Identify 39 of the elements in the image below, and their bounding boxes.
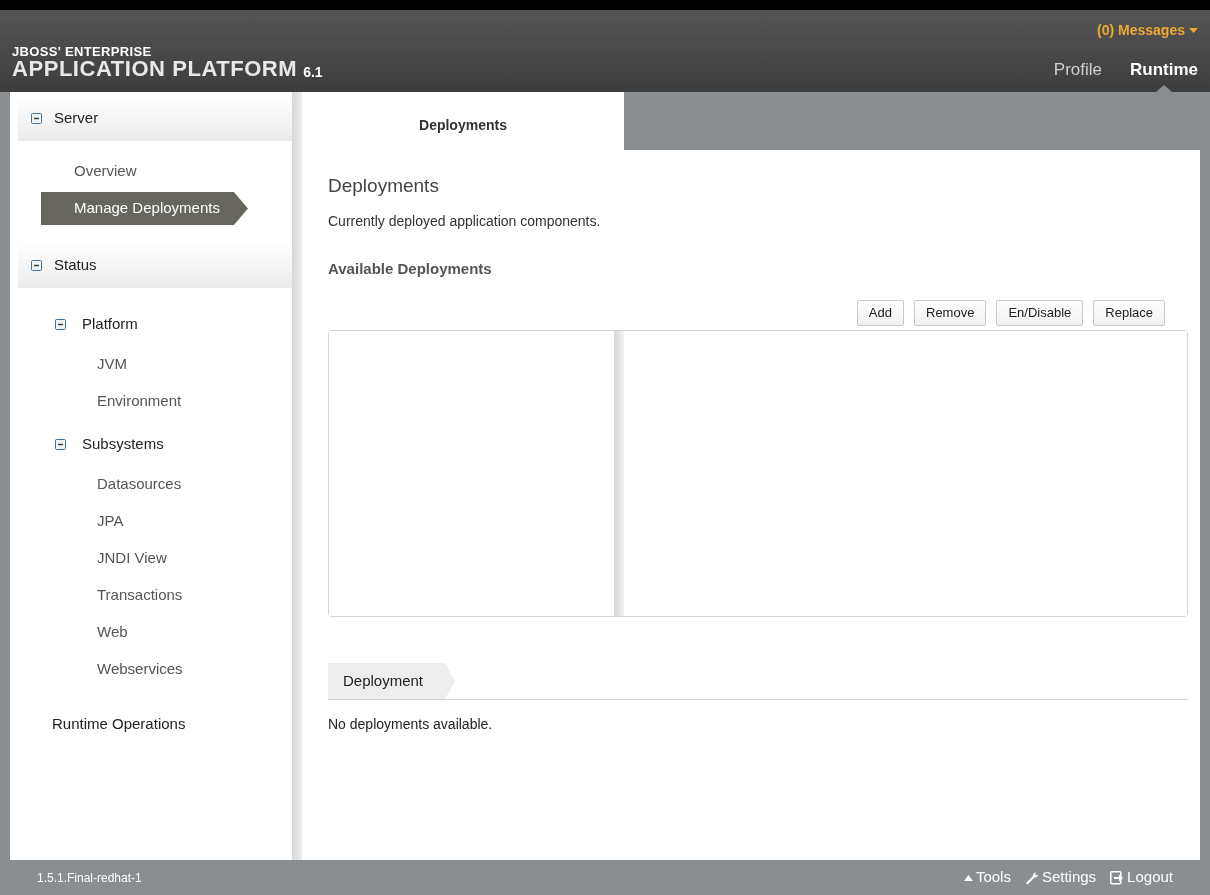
top-tab[interactable]: Profile <box>1053 56 1102 92</box>
toolbar-button[interactable]: Add <box>856 300 904 326</box>
toolbar-button[interactable]: Remove <box>914 300 987 326</box>
page-title: Deployments <box>328 174 440 198</box>
nav-item[interactable]: Transactions <box>97 584 183 607</box>
collapse-icon[interactable] <box>55 438 66 450</box>
version-label: 6.1 <box>303 64 323 80</box>
detail-tab[interactable]: Deployment <box>328 663 456 699</box>
splitter-handle[interactable] <box>292 92 302 860</box>
nav-item[interactable]: JNDI View <box>97 547 167 570</box>
content-tab[interactable]: Deployments <box>302 92 624 150</box>
empty-message: No deployments available. <box>328 715 494 734</box>
version-text: 1.5.1.Final-redhat-1 <box>37 869 142 887</box>
messages-link[interactable]: (0) Messages <box>1097 20 1198 41</box>
collapse-icon[interactable] <box>55 318 66 330</box>
logo-title: APPLICATION PLATFORM <box>12 58 298 80</box>
page-description: Currently deployed application components. <box>328 211 602 231</box>
nav-item[interactable]: Web <box>97 621 128 644</box>
nav-item[interactable]: Overview <box>74 160 137 183</box>
splitter-handle[interactable] <box>614 331 624 616</box>
nav-item[interactable]: JPA <box>97 510 124 533</box>
collapse-icon[interactable] <box>31 260 42 271</box>
nav-item[interactable]: JVM <box>97 353 127 376</box>
logo-subtitle: JBOSS' ENTERPRISE <box>12 46 153 58</box>
nav-group-label[interactable]: Subsystems <box>82 432 164 456</box>
collapse-icon[interactable] <box>31 113 42 124</box>
caret-icon <box>1189 27 1198 34</box>
nav-link[interactable]: Runtime Operations <box>52 712 186 736</box>
logout-icon <box>1110 870 1125 885</box>
nav-group-label[interactable]: Platform <box>82 312 138 336</box>
toolbar-button[interactable]: Replace <box>1093 300 1165 326</box>
nav-item[interactable]: Manage Deployments <box>41 192 248 225</box>
nav-item[interactable]: Webservices <box>97 658 183 681</box>
nav-item[interactable]: Datasources <box>97 473 182 496</box>
toolbar-button[interactable]: En/Disable <box>996 300 1084 326</box>
section-title: Available Deployments <box>328 258 493 279</box>
wrench-icon <box>1024 870 1039 885</box>
triangle-icon <box>963 874 973 881</box>
nav-item[interactable]: Environment <box>97 390 182 413</box>
